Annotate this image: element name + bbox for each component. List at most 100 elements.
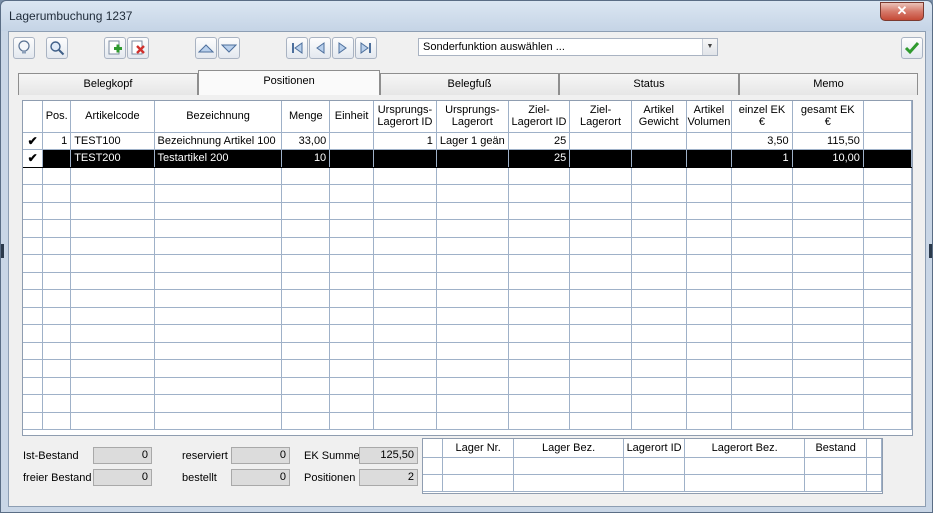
last-record-button[interactable] bbox=[355, 37, 377, 59]
table-cell[interactable] bbox=[863, 202, 912, 220]
table-cell[interactable] bbox=[70, 307, 155, 325]
table-cell[interactable] bbox=[863, 412, 912, 430]
table-cell[interactable] bbox=[792, 254, 864, 273]
table-cell[interactable] bbox=[70, 237, 155, 255]
table-cell[interactable] bbox=[731, 394, 793, 413]
table-cell[interactable] bbox=[792, 307, 864, 325]
table-cell[interactable] bbox=[154, 377, 283, 395]
table-cell[interactable] bbox=[863, 377, 912, 395]
table-cell[interactable] bbox=[731, 359, 793, 378]
title-bar[interactable]: Lagerumbuchung 1237 ✕ bbox=[1, 1, 932, 31]
table-cell[interactable] bbox=[373, 254, 437, 273]
table-cell[interactable] bbox=[329, 132, 374, 150]
table-cell[interactable] bbox=[631, 342, 687, 360]
table-cell[interactable] bbox=[329, 359, 374, 378]
table-cell[interactable] bbox=[154, 254, 283, 273]
table-cell[interactable] bbox=[373, 394, 437, 413]
table-cell[interactable] bbox=[42, 219, 72, 238]
table-cell[interactable] bbox=[569, 184, 632, 203]
table-cell[interactable]: 33,00 bbox=[281, 132, 331, 150]
table-cell[interactable] bbox=[686, 377, 733, 395]
table-cell[interactable] bbox=[569, 202, 632, 220]
table-cell[interactable] bbox=[281, 272, 331, 290]
table-cell[interactable] bbox=[42, 359, 72, 378]
table-row[interactable] bbox=[23, 412, 912, 430]
table-cell[interactable] bbox=[329, 254, 374, 273]
table-cell[interactable] bbox=[731, 412, 793, 430]
table-cell[interactable] bbox=[631, 167, 687, 185]
table-cell[interactable] bbox=[373, 307, 437, 325]
table-cell[interactable] bbox=[281, 394, 331, 413]
table-cell[interactable] bbox=[792, 359, 864, 378]
table-cell[interactable] bbox=[436, 412, 509, 430]
table-row[interactable] bbox=[23, 219, 912, 238]
table-cell[interactable] bbox=[42, 307, 72, 325]
table-cell[interactable] bbox=[281, 377, 331, 395]
table-cell[interactable] bbox=[731, 377, 793, 395]
table-cell[interactable] bbox=[329, 342, 374, 360]
table-cell[interactable] bbox=[631, 254, 687, 273]
add-position-button[interactable] bbox=[104, 37, 126, 59]
search-button[interactable] bbox=[46, 37, 68, 59]
table-cell[interactable] bbox=[42, 272, 72, 290]
table-cell[interactable] bbox=[792, 377, 864, 395]
table-cell[interactable] bbox=[281, 254, 331, 273]
table-row[interactable] bbox=[423, 457, 882, 475]
table-cell[interactable] bbox=[373, 167, 437, 185]
table-cell[interactable] bbox=[42, 237, 72, 255]
table-cell[interactable]: 10 bbox=[281, 149, 331, 168]
table-cell[interactable] bbox=[373, 184, 437, 203]
confirm-button[interactable] bbox=[901, 37, 923, 59]
table-cell[interactable] bbox=[863, 219, 912, 238]
table-cell[interactable] bbox=[686, 237, 733, 255]
row-indicator[interactable]: ✔ bbox=[23, 132, 44, 150]
table-cell[interactable] bbox=[329, 149, 374, 168]
row-indicator[interactable] bbox=[23, 359, 44, 378]
table-cell[interactable] bbox=[70, 342, 155, 360]
table-cell[interactable] bbox=[329, 307, 374, 325]
row-indicator[interactable] bbox=[23, 289, 44, 308]
table-cell[interactable] bbox=[569, 272, 632, 290]
table-cell[interactable] bbox=[508, 184, 571, 203]
table-cell[interactable] bbox=[436, 342, 509, 360]
table-cell[interactable] bbox=[863, 324, 912, 343]
table-cell[interactable] bbox=[70, 254, 155, 273]
table-cell[interactable] bbox=[731, 272, 793, 290]
table-cell[interactable] bbox=[863, 272, 912, 290]
table-cell[interactable] bbox=[436, 307, 509, 325]
table-cell[interactable] bbox=[373, 149, 437, 168]
row-indicator[interactable] bbox=[23, 254, 44, 273]
table-cell[interactable] bbox=[792, 167, 864, 185]
table-row[interactable] bbox=[23, 342, 912, 360]
row-indicator[interactable] bbox=[23, 272, 44, 290]
table-cell[interactable] bbox=[70, 219, 155, 238]
table-cell[interactable] bbox=[436, 377, 509, 395]
chevron-down-icon[interactable]: ▼ bbox=[702, 39, 717, 55]
table-cell[interactable] bbox=[686, 219, 733, 238]
table-cell[interactable] bbox=[863, 167, 912, 185]
column-header[interactable]: gesamt EK € bbox=[792, 101, 864, 133]
table-cell[interactable] bbox=[631, 307, 687, 325]
table-cell[interactable] bbox=[42, 377, 72, 395]
table-row[interactable] bbox=[23, 289, 912, 308]
lightbulb-button[interactable] bbox=[13, 37, 35, 59]
table-cell[interactable] bbox=[792, 394, 864, 413]
table-cell[interactable] bbox=[154, 289, 283, 308]
close-button[interactable]: ✕ bbox=[880, 2, 924, 21]
table-cell[interactable] bbox=[792, 342, 864, 360]
table-cell[interactable] bbox=[42, 412, 72, 430]
table-cell[interactable] bbox=[373, 237, 437, 255]
table-cell[interactable] bbox=[569, 167, 632, 185]
table-cell[interactable] bbox=[154, 184, 283, 203]
table-cell[interactable] bbox=[863, 289, 912, 308]
table-cell[interactable] bbox=[42, 202, 72, 220]
delete-position-button[interactable] bbox=[127, 37, 149, 59]
table-row[interactable] bbox=[23, 307, 912, 325]
table-cell[interactable] bbox=[508, 219, 571, 238]
previous-record-button[interactable] bbox=[309, 37, 331, 59]
table-cell[interactable] bbox=[508, 412, 571, 430]
table-cell[interactable] bbox=[569, 149, 632, 168]
table-cell[interactable] bbox=[329, 202, 374, 220]
table-cell[interactable] bbox=[508, 377, 571, 395]
column-header[interactable]: Einheit bbox=[329, 101, 374, 133]
